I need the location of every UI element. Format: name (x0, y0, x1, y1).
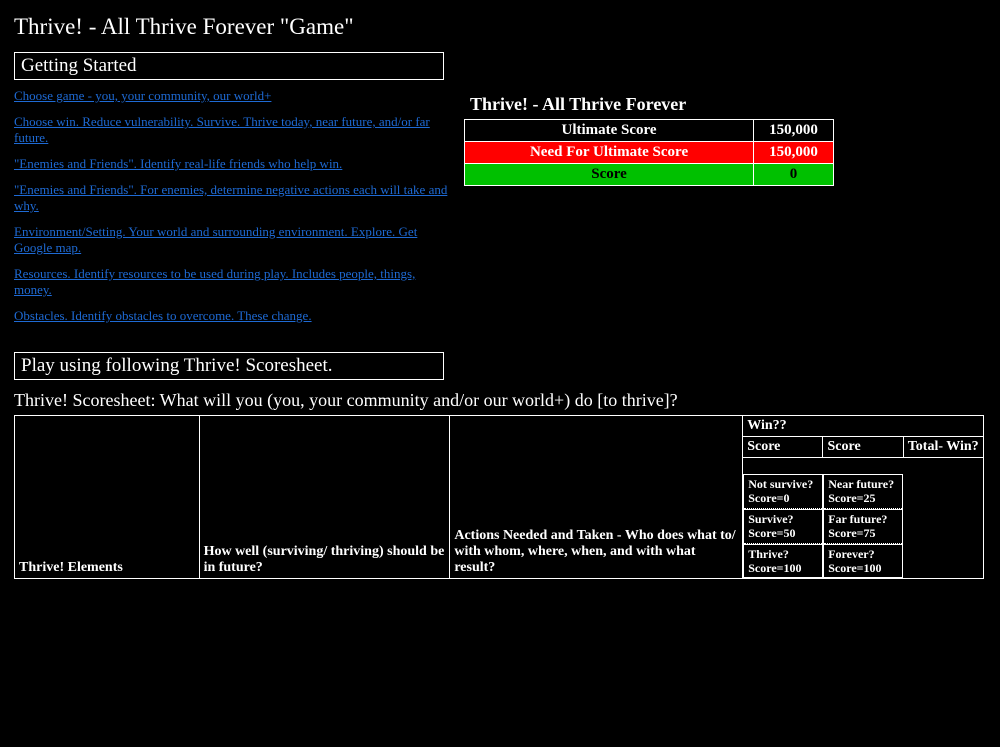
col-win-group: Win?? Score Score Total- Win? Not surviv… (743, 416, 984, 579)
link-friends[interactable]: "Enemies and Friends". Identify real-lif… (14, 156, 342, 171)
legend-item: Far future?Score=75 (824, 509, 902, 544)
legend-item: Thrive?Score=100 (744, 544, 822, 579)
link-enemies[interactable]: "Enemies and Friends". For enemies, dete… (14, 182, 447, 213)
legend: Not survive?Score=0 Survive?Score=50 Thr… (743, 474, 983, 578)
getting-started-header: Getting Started (14, 52, 444, 80)
scoresheet-table: Thrive! Elements How well (surviving/ th… (14, 415, 984, 579)
link-choose-game[interactable]: Choose game - you, your community, our w… (14, 88, 271, 103)
score-row-value: 0 (754, 164, 834, 186)
col-total-win: Total- Win? (904, 437, 983, 457)
score-table: Ultimate Score 150,000 Need For Ultimate… (464, 119, 834, 186)
legend-item: Not survive?Score=0 (744, 474, 822, 509)
score-row-value: 150,000 (754, 120, 834, 142)
score-panel-title: Thrive! - All Thrive Forever (470, 94, 986, 115)
legend-item: Survive?Score=50 (744, 509, 822, 544)
col-how-well: How well (surviving/ thriving) should be… (199, 416, 450, 579)
legend-left: Not survive?Score=0 Survive?Score=50 Thr… (743, 474, 823, 578)
page-title: Thrive! - All Thrive Forever "Game" (14, 14, 986, 40)
link-environment[interactable]: Environment/Setting. Your world and surr… (14, 224, 417, 255)
col-score-2: Score (823, 437, 903, 457)
score-row-label: Score (465, 164, 754, 186)
getting-started-links: Choose game - you, your community, our w… (14, 88, 454, 334)
score-row-label: Need For Ultimate Score (465, 142, 754, 164)
col-score-1: Score (743, 437, 823, 457)
link-obstacles[interactable]: Obstacles. Identify obstacles to overcom… (14, 308, 312, 323)
link-choose-win[interactable]: Choose win. Reduce vulnerability. Surviv… (14, 114, 430, 145)
legend-item: Near future?Score=25 (824, 474, 902, 509)
score-row-label: Ultimate Score (465, 120, 754, 142)
col-actions: Actions Needed and Taken - Who does what… (450, 416, 743, 579)
play-section-header: Play using following Thrive! Scoresheet. (14, 352, 444, 380)
win-header: Win?? (743, 416, 983, 437)
legend-right: Near future?Score=25 Far future?Score=75… (823, 474, 903, 578)
score-row-value: 150,000 (754, 142, 834, 164)
link-resources[interactable]: Resources. Identify resources to be used… (14, 266, 415, 297)
legend-item: Forever?Score=100 (824, 544, 902, 579)
col-thrive-elements: Thrive! Elements (15, 416, 200, 579)
scoresheet-title: Thrive! Scoresheet: What will you (you, … (14, 390, 986, 411)
